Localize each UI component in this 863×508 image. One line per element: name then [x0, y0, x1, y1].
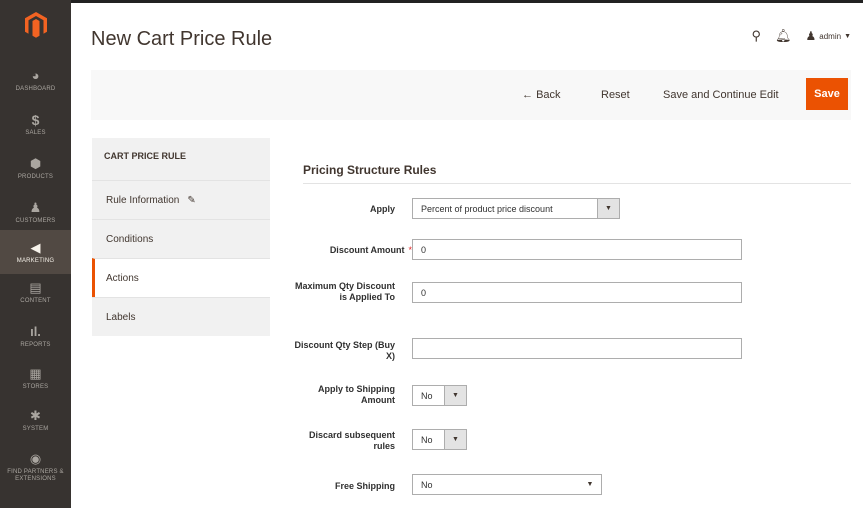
chevron-down-icon: ▼	[579, 475, 601, 494]
nav-sales[interactable]: $ SALES	[0, 102, 71, 146]
apply-label: Apply	[369, 204, 395, 214]
chevron-down-icon: ▼	[444, 430, 466, 449]
qty-step-label: Discount Qty Step (Buy X)	[294, 340, 395, 361]
nav-find-partners-label: FIND PARTNERS & EXTENSIONS	[7, 469, 64, 482]
gear-icon: ✱	[30, 407, 41, 423]
free-shipping-label: Free Shipping	[334, 481, 395, 491]
chevron-down-icon: ▼	[844, 32, 851, 40]
nav-reports[interactable]: ıl. REPORTS	[0, 314, 71, 358]
nav-products-label: PRODUCTS	[17, 173, 54, 180]
save-and-continue-button[interactable]: Save and Continue Edit	[663, 89, 779, 101]
discount-amount-input[interactable]: 0	[412, 239, 742, 260]
header-actions: ⚲ 🔔︎ ♟ admin ▼	[751, 28, 851, 44]
bell-icon[interactable]: 🔔︎	[775, 28, 792, 44]
dollar-icon: $	[31, 111, 40, 128]
megaphone-icon: ◀	[30, 239, 41, 255]
nav-products[interactable]: ⬢ PRODUCTS	[0, 146, 71, 190]
apply-shipping-value: No	[421, 390, 433, 401]
section-divider	[303, 183, 851, 184]
discount-amount-label: Discount Amount *	[302, 245, 412, 256]
admin-sidebar: ◕ DASHBOARD $ SALES ⬢ PRODUCTS ♟ CUSTOME…	[0, 0, 71, 508]
nav-stores[interactable]: ▦ STORES	[0, 356, 71, 400]
tab-rule-information[interactable]: Rule Information ✎	[92, 180, 270, 219]
tab-actions-label: Actions	[106, 272, 139, 284]
rule-tabs: CART PRICE RULE Rule Information ✎ Condi…	[92, 138, 270, 336]
reset-button[interactable]: Reset	[601, 89, 630, 101]
nav-sales-label: SALES	[25, 129, 46, 136]
qty-step-input[interactable]	[412, 338, 742, 359]
section-title: Pricing Structure Rules	[303, 163, 437, 177]
chevron-down-icon: ▼	[597, 199, 619, 218]
admin-user-menu[interactable]: ♟ admin ▼	[806, 29, 852, 43]
tab-actions[interactable]: Actions	[92, 258, 270, 297]
nav-stores-label: STORES	[22, 383, 49, 390]
tab-conditions[interactable]: Conditions	[92, 219, 270, 258]
free-shipping-select[interactable]: No ▼	[412, 474, 602, 495]
apply-shipping-label: Apply to Shipping Amount	[318, 384, 395, 405]
nav-dashboard-label: DASHBOARD	[15, 85, 56, 92]
tabs-heading: CART PRICE RULE	[92, 138, 270, 180]
tab-labels[interactable]: Labels	[92, 297, 270, 336]
apply-select[interactable]: Percent of product price discount ▼	[412, 198, 620, 219]
apply-value: Percent of product price discount	[421, 203, 553, 214]
pencil-icon: ✎	[187, 194, 196, 206]
tab-conditions-label: Conditions	[106, 233, 154, 245]
discard-label: Discard subsequent rules	[308, 430, 395, 451]
chevron-down-icon: ▼	[444, 386, 466, 405]
nav-system[interactable]: ✱ SYSTEM	[0, 398, 71, 442]
dashboard-icon: ◕	[31, 67, 40, 83]
discard-select[interactable]: No ▼	[412, 429, 467, 450]
content-icon: ▤	[29, 279, 42, 295]
apply-shipping-select[interactable]: No ▼	[412, 385, 467, 406]
save-button[interactable]: Save	[806, 78, 848, 110]
page-actions-bar: ← Back Reset Save and Continue Edit Save	[91, 70, 851, 120]
nav-content[interactable]: ▤ CONTENT	[0, 270, 71, 314]
nav-customers[interactable]: ♟ CUSTOMERS	[0, 190, 71, 234]
back-button[interactable]: ← Back	[522, 89, 561, 101]
nav-marketing-label: MARKETING	[16, 257, 55, 264]
discard-value: No	[421, 434, 433, 445]
max-qty-label: Maximum Qty Discount is Applied To	[294, 281, 395, 302]
nav-content-label: CONTENT	[20, 297, 51, 304]
bar-chart-icon: ıl.	[30, 323, 41, 339]
discount-amount-label-text: Discount Amount	[329, 245, 405, 255]
nav-reports-label: REPORTS	[20, 341, 51, 348]
store-icon: ▦	[29, 365, 42, 381]
search-icon[interactable]: ⚲	[751, 28, 761, 44]
user-icon: ♟	[805, 29, 817, 43]
tab-rule-information-label: Rule Information	[106, 194, 180, 206]
arrow-left-icon: ←	[522, 89, 533, 101]
admin-username: admin	[819, 31, 842, 41]
page-title: New Cart Price Rule	[91, 28, 273, 50]
max-qty-input[interactable]: 0	[412, 282, 742, 303]
nav-marketing[interactable]: ◀ MARKETING	[0, 230, 71, 274]
nav-find-partners[interactable]: ◉ FIND PARTNERS & EXTENSIONS	[0, 442, 71, 492]
cube-icon: ⬢	[29, 155, 42, 171]
partners-icon: ◉	[29, 451, 42, 466]
back-label: Back	[536, 89, 561, 101]
person-icon: ♟	[29, 199, 42, 215]
tab-labels-label: Labels	[106, 311, 136, 323]
nav-system-label: SYSTEM	[22, 425, 49, 432]
nav-customers-label: CUSTOMERS	[15, 217, 56, 224]
free-shipping-value: No	[421, 479, 433, 490]
nav-dashboard[interactable]: ◕ DASHBOARD	[0, 58, 71, 102]
magento-logo-icon[interactable]	[0, 6, 71, 44]
